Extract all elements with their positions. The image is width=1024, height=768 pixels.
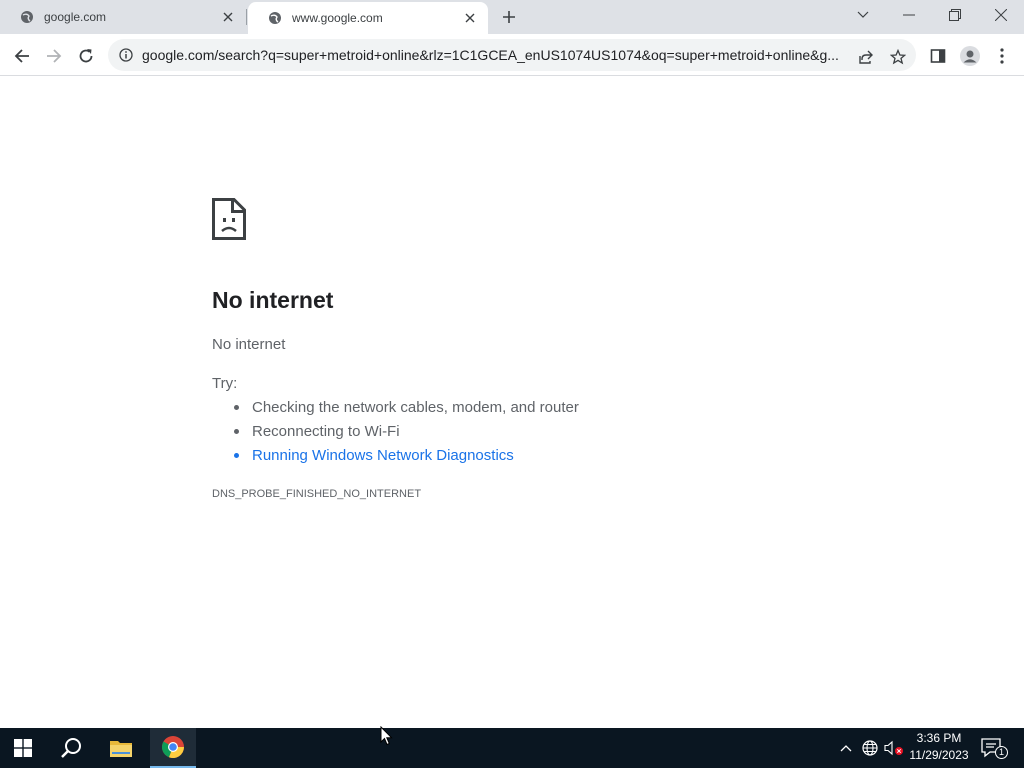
tab-google-com[interactable]: google.com [0, 0, 246, 34]
chrome-taskbar-icon[interactable] [150, 728, 196, 768]
address-bar[interactable]: google.com/search?q=super+metroid+online… [108, 39, 916, 71]
mouse-cursor-icon [380, 726, 393, 746]
back-button[interactable] [8, 42, 36, 70]
network-diagnostics-link[interactable]: Running Windows Network Diagnostics [232, 446, 579, 470]
suggestion-list: Checking the network cables, modem, and … [232, 398, 579, 470]
error-subtitle: No internet [212, 336, 286, 353]
suggestion-item: Reconnecting to Wi-Fi [232, 422, 579, 446]
error-page: No internet No internet Try: Checking th… [0, 77, 1024, 728]
side-panel-button[interactable] [924, 42, 952, 70]
close-icon[interactable] [220, 9, 236, 25]
error-code: DNS_PROBE_FINISHED_NO_INTERNET [212, 488, 422, 500]
error-title: No internet [212, 287, 334, 313]
minimize-button[interactable] [886, 0, 932, 30]
tab-search-button[interactable] [840, 0, 886, 30]
chevron-up-icon[interactable] [836, 738, 856, 758]
tab-title: www.google.com [292, 11, 383, 25]
info-icon[interactable] [118, 47, 134, 63]
try-label: Try: [212, 375, 238, 392]
tab-title: google.com [44, 10, 107, 24]
file-explorer-icon[interactable] [98, 728, 144, 768]
clock-date: 11/29/2023 [909, 748, 969, 762]
browser-toolbar: google.com/search?q=super+metroid+online… [0, 34, 1024, 76]
globe-icon [20, 10, 34, 24]
system-clock[interactable]: 3:36 PM 11/29/2023 [904, 730, 974, 766]
globe-icon [268, 11, 282, 25]
taskbar: 3:36 PM 11/29/2023 1 [0, 728, 1024, 768]
more-options-icon[interactable] [988, 42, 1016, 70]
network-globe-icon[interactable] [860, 738, 880, 758]
bookmark-star-icon[interactable] [888, 47, 908, 67]
tab-divider [246, 9, 247, 25]
profile-avatar[interactable] [956, 42, 984, 70]
close-icon[interactable] [462, 10, 478, 26]
start-button[interactable] [0, 728, 46, 768]
new-tab-button[interactable] [498, 6, 520, 28]
sad-page-icon [212, 198, 246, 240]
notification-center-icon[interactable]: 1 [980, 736, 1008, 760]
volume-muted-icon[interactable] [884, 738, 904, 758]
clock-time: 3:36 PM [916, 731, 962, 745]
tab-www-google-com[interactable]: www.google.com [248, 2, 488, 34]
notification-count: 1 [995, 746, 1008, 759]
suggestion-item: Checking the network cables, modem, and … [232, 398, 579, 422]
restore-button[interactable] [932, 0, 978, 30]
reload-button[interactable] [72, 42, 100, 70]
share-icon[interactable] [856, 47, 876, 67]
search-button[interactable] [48, 728, 94, 768]
forward-button[interactable] [40, 42, 68, 70]
tab-strip: google.com www.google.com [0, 0, 1024, 34]
window-close-button[interactable] [978, 0, 1024, 30]
url-text: google.com/search?q=super+metroid+online… [142, 47, 839, 63]
